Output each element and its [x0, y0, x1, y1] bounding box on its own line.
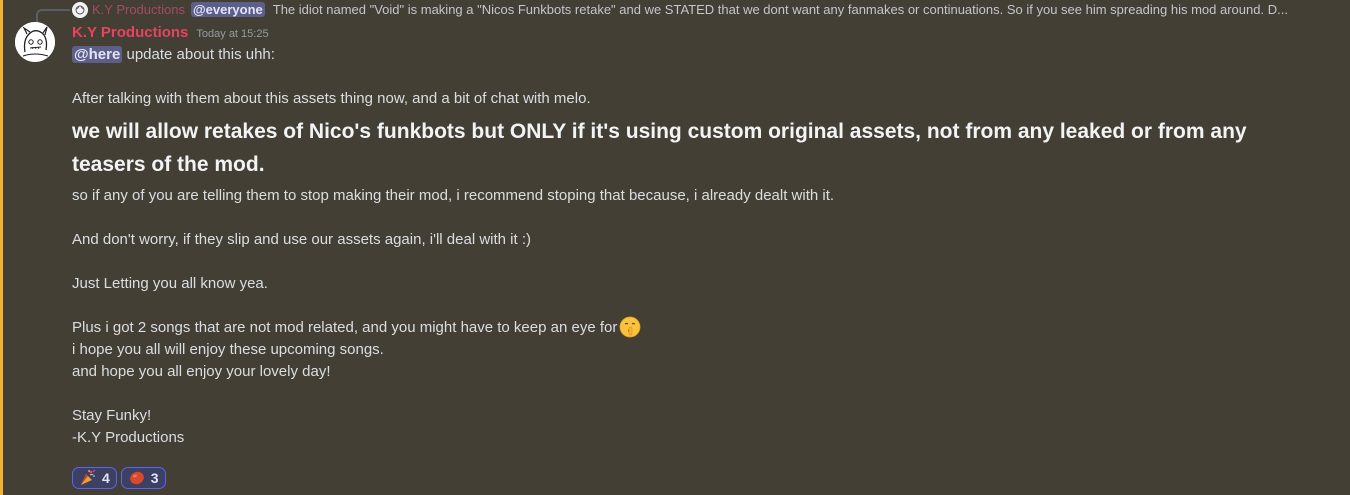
message-line-6: Plus i got 2 songs that are not mod rela… — [72, 316, 1322, 339]
message-line-9: Stay Funky! — [72, 407, 152, 425]
message-line-10: -K.Y Productions — [72, 429, 185, 447]
message-line-1: @here update about this uhh: — [72, 44, 1322, 66]
reply-mention-everyone[interactable]: @everyone — [190, 2, 265, 17]
shushing-face-icon[interactable] — [619, 316, 641, 338]
reaction-party-popper[interactable]: 4 — [72, 467, 117, 489]
message-header: K.Y Productions Today at 15:25 — [72, 24, 269, 41]
avatar-sketch-icon — [15, 22, 55, 62]
reactions-bar: 4 3 — [72, 467, 166, 489]
reply-connector-line — [36, 9, 70, 23]
message-line-5: Just Letting you all know yea. — [72, 275, 268, 292]
reaction-count: 4 — [102, 470, 110, 486]
reply-author[interactable]: K.Y Productions — [92, 2, 185, 17]
reply-text[interactable]: The idiot named "Void" is making a "Nico… — [273, 2, 1288, 17]
party-popper-icon — [81, 469, 96, 485]
reaction-red-blob[interactable]: 3 — [120, 467, 166, 489]
message-line-4: And don't worry, if they slip and use ou… — [72, 231, 532, 248]
message-line-2: After talking with them about this asset… — [72, 90, 591, 107]
reply-avatar[interactable] — [72, 1, 88, 18]
reply-preview[interactable]: K.Y Productions @everyone The idiot name… — [72, 1, 1340, 18]
message-author[interactable]: K.Y Productions — [72, 24, 188, 41]
message-content: @here update about this uhh: After talki… — [72, 44, 1322, 449]
message-line-8: and hope you all enjoy your lovely day! — [72, 363, 331, 381]
author-avatar[interactable] — [15, 22, 55, 62]
message-timestamp[interactable]: Today at 15:25 — [196, 28, 268, 40]
reaction-count: 3 — [150, 470, 159, 486]
mention-here[interactable]: @here — [72, 46, 123, 63]
message-heading: we will allow retakes of Nico's funkbots… — [72, 120, 1247, 176]
mention-highlight-bar — [0, 0, 3, 495]
red-blob-icon — [129, 471, 144, 485]
message-line-3: so if any of you are telling them to sto… — [72, 187, 835, 204]
message-line-6-text: Plus i got 2 songs that are not mod rela… — [72, 319, 618, 336]
avatar-sketch-icon — [75, 5, 85, 14]
message-line-1-text: update about this uhh: — [122, 46, 275, 63]
message-line-7: i hope you all will enjoy these upcoming… — [72, 341, 384, 359]
